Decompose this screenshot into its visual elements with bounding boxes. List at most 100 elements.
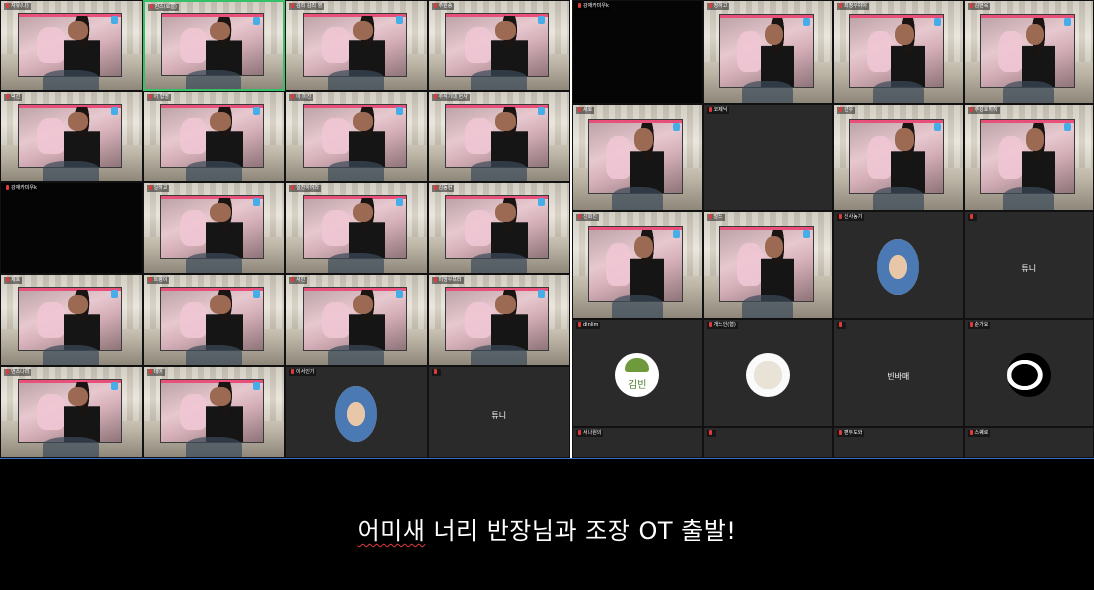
- participant-silhouette: [470, 253, 527, 273]
- shared-screen-thumbnail: [718, 225, 814, 303]
- participant-tile[interactable]: 김빈 dinlim: [572, 319, 703, 427]
- participant-tile[interactable]: 강재카미우k: [0, 182, 143, 274]
- participant-tile[interactable]: 신희진: [572, 211, 703, 319]
- participant-name-tag: dinlim: [576, 322, 601, 329]
- participant-tile[interactable]: 신사농기: [833, 211, 964, 319]
- participant-tile[interactable]: 빈바매: [833, 319, 964, 427]
- participant-name-tag: 새로: [576, 107, 595, 114]
- shared-screen-thumbnail: [445, 286, 550, 352]
- participant-name: 강재카미우k: [11, 185, 37, 191]
- participant-tile[interactable]: 말느: [702, 211, 833, 319]
- mic-muted-icon: [291, 369, 294, 374]
- share-badge-icon: [672, 229, 680, 238]
- participant-tile[interactable]: 튜니: [427, 366, 570, 458]
- participant-silhouette: [43, 161, 100, 181]
- participant-tile[interactable]: 덕선: [0, 91, 143, 182]
- participant-tile[interactable]: 번스나리: [0, 366, 143, 458]
- participant-tile[interactable]: 어 형명: [142, 91, 285, 182]
- participant-tile[interactable]: 강재카미우k: [572, 0, 703, 104]
- participant-tile[interactable]: 추석기대 현사: [427, 91, 570, 182]
- participant-tile[interactable]: 트랭이: [142, 274, 285, 366]
- shared-screen-thumbnail: [849, 118, 945, 195]
- mic-muted-icon: [291, 94, 294, 99]
- participant-name-tag: 번스(로컬): [147, 4, 179, 11]
- mic-muted-icon: [839, 322, 842, 327]
- participant-name-tag: 주성호히히: [967, 107, 1000, 114]
- participant-name-tag: 정하고: [706, 3, 730, 10]
- participant-name-tag: 김리 김리 영: [289, 3, 325, 10]
- share-badge-icon: [253, 382, 261, 391]
- participant-tile[interactable]: 제호: [0, 274, 143, 366]
- shared-screen-thumbnail: [302, 194, 407, 260]
- participant-name: 테어: [153, 369, 163, 375]
- mic-muted-icon: [708, 3, 712, 8]
- participant-tile[interactable]: 개느인(협): [702, 319, 833, 427]
- participant-tile[interactable]: 김동현: [427, 182, 570, 274]
- participant-tile[interactable]: 이서인기: [285, 366, 428, 458]
- participant-tile[interactable]: 주성호히히: [963, 104, 1094, 211]
- mic-muted-icon: [839, 430, 842, 435]
- participant-tile[interactable]: 테어: [142, 366, 285, 458]
- participant-name-tag: 추석기대 현사: [431, 94, 470, 101]
- mic-muted-icon: [433, 277, 437, 282]
- participant-tile[interactable]: 일하교: [142, 182, 285, 274]
- participant-silhouette: [611, 186, 663, 210]
- participant-silhouette: [470, 345, 527, 365]
- participant-tile[interactable]: 서인: [285, 274, 428, 366]
- participant-tile[interactable]: 자유(나): [0, 0, 143, 91]
- share-badge-icon: [110, 107, 118, 116]
- participant-tile[interactable]: 코제닉: [702, 104, 833, 211]
- participant-name: 김동현: [438, 185, 453, 191]
- participant-name-tag: 제호: [4, 277, 23, 284]
- participant-tile[interactable]: [702, 427, 833, 458]
- participant-silhouette: [611, 294, 663, 318]
- mic-muted-icon: [839, 214, 842, 219]
- mic-muted-icon: [148, 94, 152, 99]
- shared-screen-thumbnail: [979, 14, 1075, 88]
- participant-tile[interactable]: 튜니: [963, 211, 1094, 319]
- participant-silhouette: [43, 345, 100, 365]
- participant-tile[interactable]: 스퀘로: [963, 427, 1094, 458]
- participant-tile[interactable]: 정하고: [702, 0, 833, 104]
- participant-tile[interactable]: 미엉우프러: [427, 274, 570, 366]
- participant-name-tag: 말느: [706, 214, 725, 221]
- participant-tile[interactable]: 김현욱: [963, 0, 1094, 104]
- participant-name: 순가요: [974, 322, 989, 328]
- participant-tile[interactable]: 순가요: [963, 319, 1094, 427]
- participant-tile[interactable]: 주원송: [427, 0, 570, 91]
- participant-tile[interactable]: 김리 김리 영: [285, 0, 428, 91]
- shared-screen-thumbnail: [160, 194, 265, 260]
- participant-tile[interactable]: 편두도와: [833, 427, 964, 458]
- participant-tile[interactable]: 선우: [833, 104, 964, 211]
- share-badge-icon: [110, 16, 118, 25]
- participant-name: 신희진: [583, 214, 597, 220]
- shared-screen-thumbnail: [588, 118, 684, 195]
- profile-avatar: [1006, 353, 1051, 398]
- mic-muted-icon: [433, 185, 437, 190]
- shared-screen-thumbnail: [718, 14, 814, 88]
- participant-name-tag: 최정우야야: [837, 3, 870, 10]
- share-badge-icon: [110, 382, 118, 391]
- participant-name-tag: 이 미진: [289, 94, 314, 101]
- participant-tile[interactable]: 최정우야야: [833, 0, 964, 104]
- participant-name: 제호: [11, 277, 21, 283]
- participant-tile[interactable]: 번스(로컬): [142, 0, 285, 91]
- participant-name: 트랭이: [153, 277, 168, 283]
- participant-tile[interactable]: 실전하어라: [285, 182, 428, 274]
- participant-tile[interactable]: 새로: [572, 104, 703, 211]
- mic-muted-icon: [708, 107, 712, 112]
- participant-tile[interactable]: 이 미진: [285, 91, 428, 182]
- participant-tile[interactable]: 서나원의: [572, 427, 703, 458]
- participant-name-tag: 이서인기: [289, 369, 317, 376]
- participant-silhouette: [185, 253, 242, 273]
- mic-muted-icon: [6, 185, 9, 190]
- participant-name-tag: 일하교: [146, 185, 170, 192]
- mic-muted-icon: [148, 369, 152, 374]
- participant-silhouette: [186, 69, 242, 89]
- shared-screen-thumbnail: [445, 103, 550, 168]
- participant-name-tag: 테어: [146, 369, 165, 376]
- shared-screen-thumbnail: [588, 225, 684, 303]
- participant-name: 서인: [296, 277, 306, 283]
- mic-muted-icon: [433, 369, 437, 374]
- participant-name-tag: 실전하어라: [289, 185, 322, 192]
